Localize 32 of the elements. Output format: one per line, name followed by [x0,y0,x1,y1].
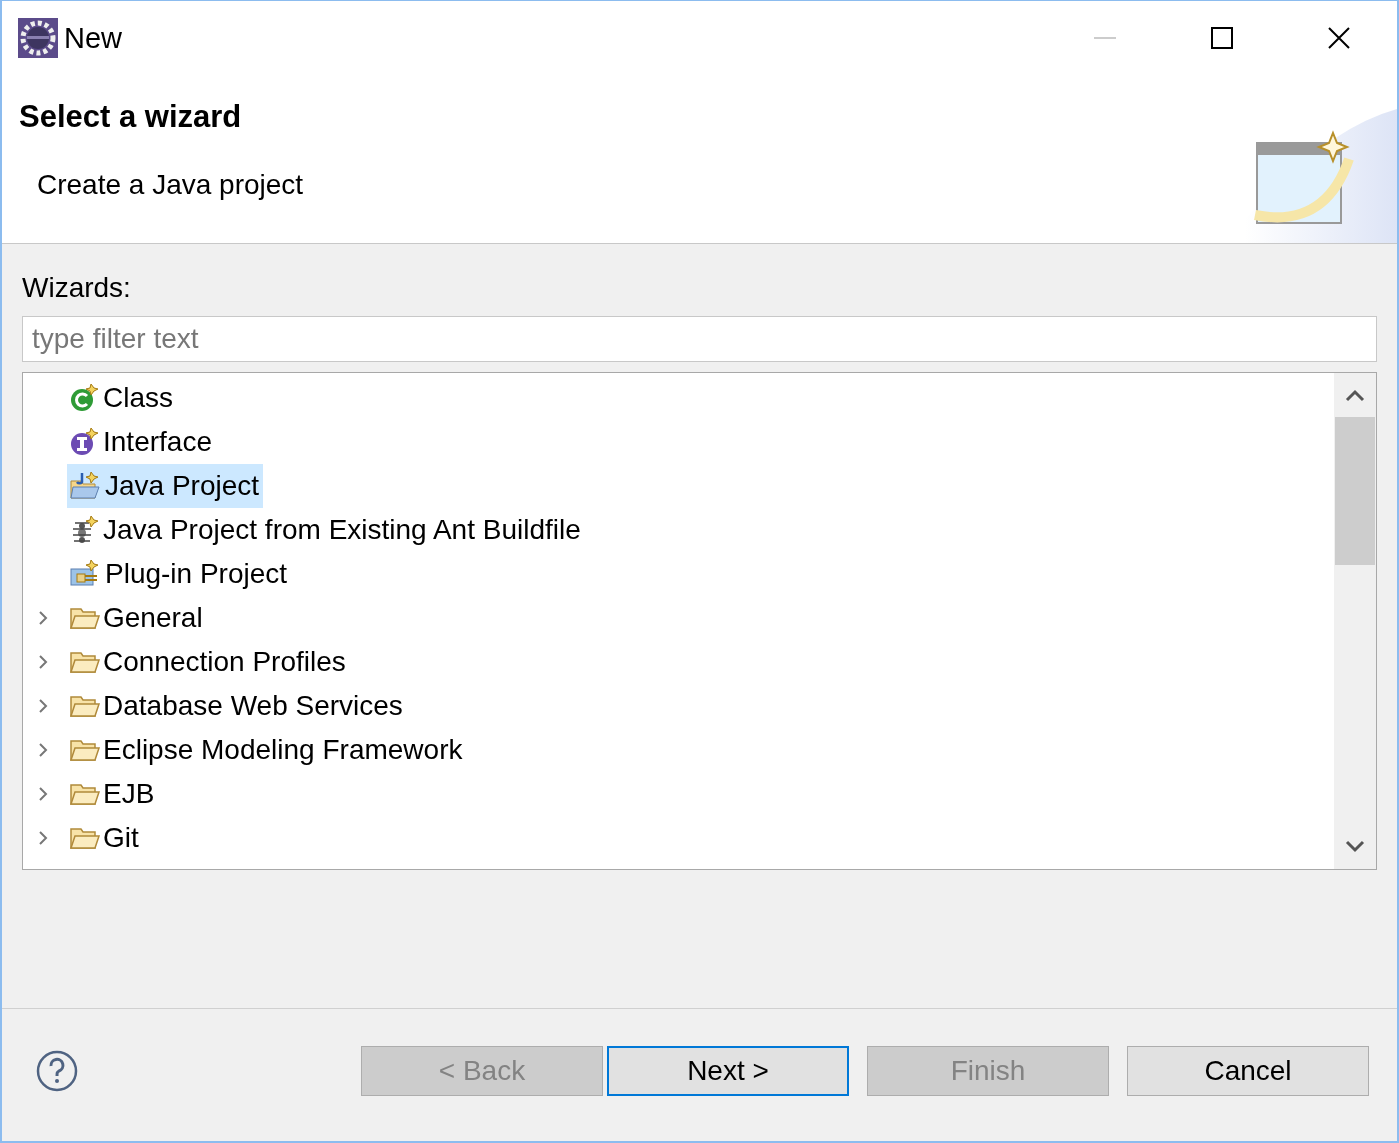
folder-icon [69,605,101,631]
maximize-icon[interactable] [1210,27,1233,49]
tree-item[interactable]: Plug-in Project [67,552,292,596]
tree-item[interactable]: Interface [67,420,216,464]
help-icon[interactable] [36,1050,78,1092]
close-icon[interactable] [1326,26,1351,50]
tree-item[interactable]: Connection Profiles [67,640,350,684]
scrollbar-thumb[interactable] [1335,417,1375,565]
tree-item[interactable]: General [67,596,207,640]
folder-icon [69,781,101,807]
tree-item[interactable]: Java Project from Existing Ant Buildfile [67,508,585,552]
app-gear-icon [18,18,58,58]
tree-item[interactable]: Java Project [67,464,264,508]
interface-icon [69,427,101,457]
window-title: New [64,21,123,55]
tree-item[interactable]: EJB [67,772,159,816]
tree-item[interactable]: Eclipse Modeling Framework [67,728,467,772]
folder-icon [69,693,101,719]
page-title: Select a wizard [19,99,243,135]
folder-icon [69,649,101,675]
tree-item[interactable]: Git [67,816,143,860]
folder-icon [69,737,101,763]
filter-field[interactable]: type filter text [22,316,1377,362]
java-project-icon [69,471,103,501]
page-description: Create a Java project [37,169,304,201]
tree-item[interactable]: Database Web Services [67,684,407,728]
dialog-button[interactable]: Cancel [1127,1046,1369,1096]
class-icon [69,383,101,413]
wizards-label: Wizards: [22,272,132,304]
dialog-button[interactable]: Next > [607,1046,849,1096]
folder-icon [69,825,101,851]
tree-item[interactable]: Class [67,376,177,420]
